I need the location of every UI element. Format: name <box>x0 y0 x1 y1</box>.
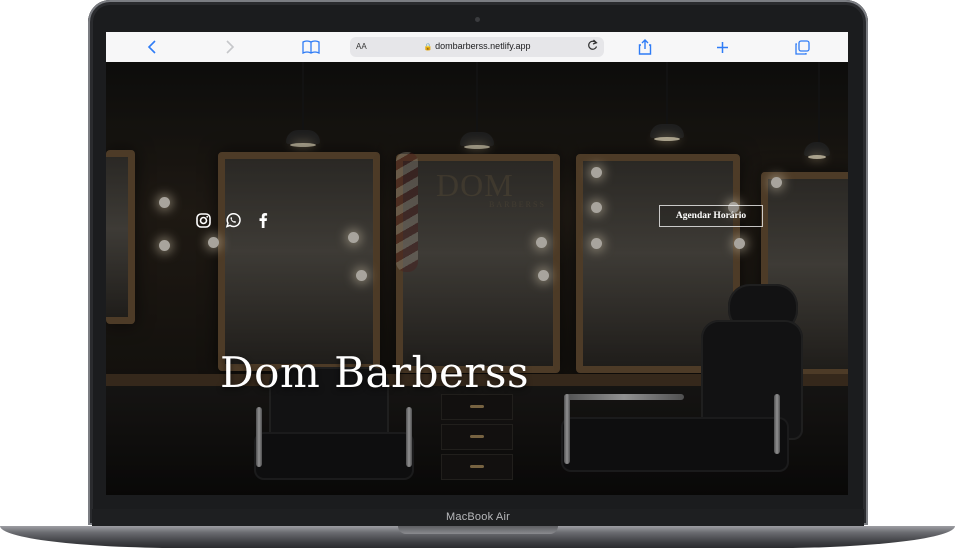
tabs-button[interactable] <box>790 37 814 57</box>
page-title: Dom Barberss <box>220 348 530 397</box>
whatsapp-icon <box>225 213 241 228</box>
url-display: 🔒 dombarberss.netlify.app <box>350 41 604 51</box>
url-text: dombarberss.netlify.app <box>435 41 531 51</box>
chevron-left-icon <box>147 40 156 54</box>
hero-overlay <box>106 62 848 495</box>
laptop-opening-notch <box>398 526 558 534</box>
facebook-link[interactable] <box>254 211 272 229</box>
share-icon <box>638 39 652 55</box>
schedule-button[interactable]: Agendar Horário <box>659 205 763 227</box>
reload-icon <box>588 39 598 50</box>
lock-icon: 🔒 <box>423 44 433 51</box>
bookmarks-button[interactable] <box>299 37 323 57</box>
screen: AA 🔒 dombarberss.netlify.app DOM BARBERS… <box>106 32 848 495</box>
back-button[interactable] <box>140 37 164 57</box>
chevron-right-icon <box>226 40 235 54</box>
reload-button[interactable] <box>587 39 598 54</box>
instagram-link[interactable] <box>194 211 212 229</box>
tabs-icon <box>794 39 810 55</box>
forward-button[interactable] <box>218 37 242 57</box>
camera <box>475 17 480 22</box>
address-bar[interactable]: AA 🔒 dombarberss.netlify.app <box>350 37 604 57</box>
device-label: MacBook Air <box>446 511 510 523</box>
social-links <box>194 211 272 229</box>
facebook-icon <box>259 213 268 228</box>
hero-section: DOM BARBERSS Agendar Horário Dom Barbers… <box>106 62 848 495</box>
new-tab-button[interactable] <box>710 37 734 57</box>
whatsapp-link[interactable] <box>224 211 242 229</box>
laptop-chin: MacBook Air <box>92 509 864 527</box>
share-button[interactable] <box>633 37 657 57</box>
plus-icon <box>716 41 728 53</box>
book-icon <box>302 40 320 54</box>
instagram-icon <box>195 212 211 228</box>
browser-toolbar: AA 🔒 dombarberss.netlify.app <box>106 32 848 63</box>
